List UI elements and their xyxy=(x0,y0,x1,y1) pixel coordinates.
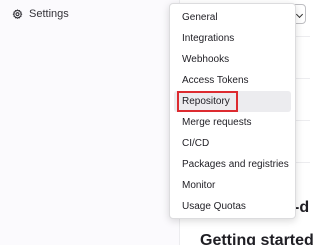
menu-item-label: Repository xyxy=(177,91,238,112)
menu-item-ci-cd[interactable]: CI/CD xyxy=(174,133,291,154)
sidebar-item-settings[interactable]: Settings xyxy=(12,8,69,20)
settings-dropdown-menu: General Integrations Webhooks Access Tok… xyxy=(169,3,296,219)
gear-icon xyxy=(12,8,23,20)
menu-item-label: CI/CD xyxy=(182,138,210,149)
menu-item-label: Merge requests xyxy=(182,117,252,128)
chevron-down-icon xyxy=(295,10,304,19)
menu-item-general[interactable]: General xyxy=(174,7,291,28)
menu-item-label: General xyxy=(182,12,218,23)
left-sidebar: Settings xyxy=(0,0,180,245)
menu-item-label: Usage Quotas xyxy=(182,201,246,212)
menu-item-label: Access Tokens xyxy=(182,75,249,86)
menu-item-usage-quotas[interactable]: Usage Quotas xyxy=(174,196,291,217)
menu-item-label: Packages and registries xyxy=(182,159,289,170)
menu-item-packages-and-registries[interactable]: Packages and registries xyxy=(174,154,291,175)
menu-item-label: Webhooks xyxy=(182,54,230,65)
menu-item-repository[interactable]: Repository xyxy=(174,91,291,112)
menu-item-label: Monitor xyxy=(182,180,216,191)
getting-started-heading: Getting started xyxy=(200,232,314,245)
section-heading: -d xyxy=(294,199,310,216)
sidebar-item-label: Settings xyxy=(29,8,69,20)
menu-item-integrations[interactable]: Integrations xyxy=(174,28,291,49)
menu-item-webhooks[interactable]: Webhooks xyxy=(174,49,291,70)
menu-item-merge-requests[interactable]: Merge requests xyxy=(174,112,291,133)
menu-item-access-tokens[interactable]: Access Tokens xyxy=(174,70,291,91)
menu-item-monitor[interactable]: Monitor xyxy=(174,175,291,196)
menu-item-label: Integrations xyxy=(182,33,235,44)
